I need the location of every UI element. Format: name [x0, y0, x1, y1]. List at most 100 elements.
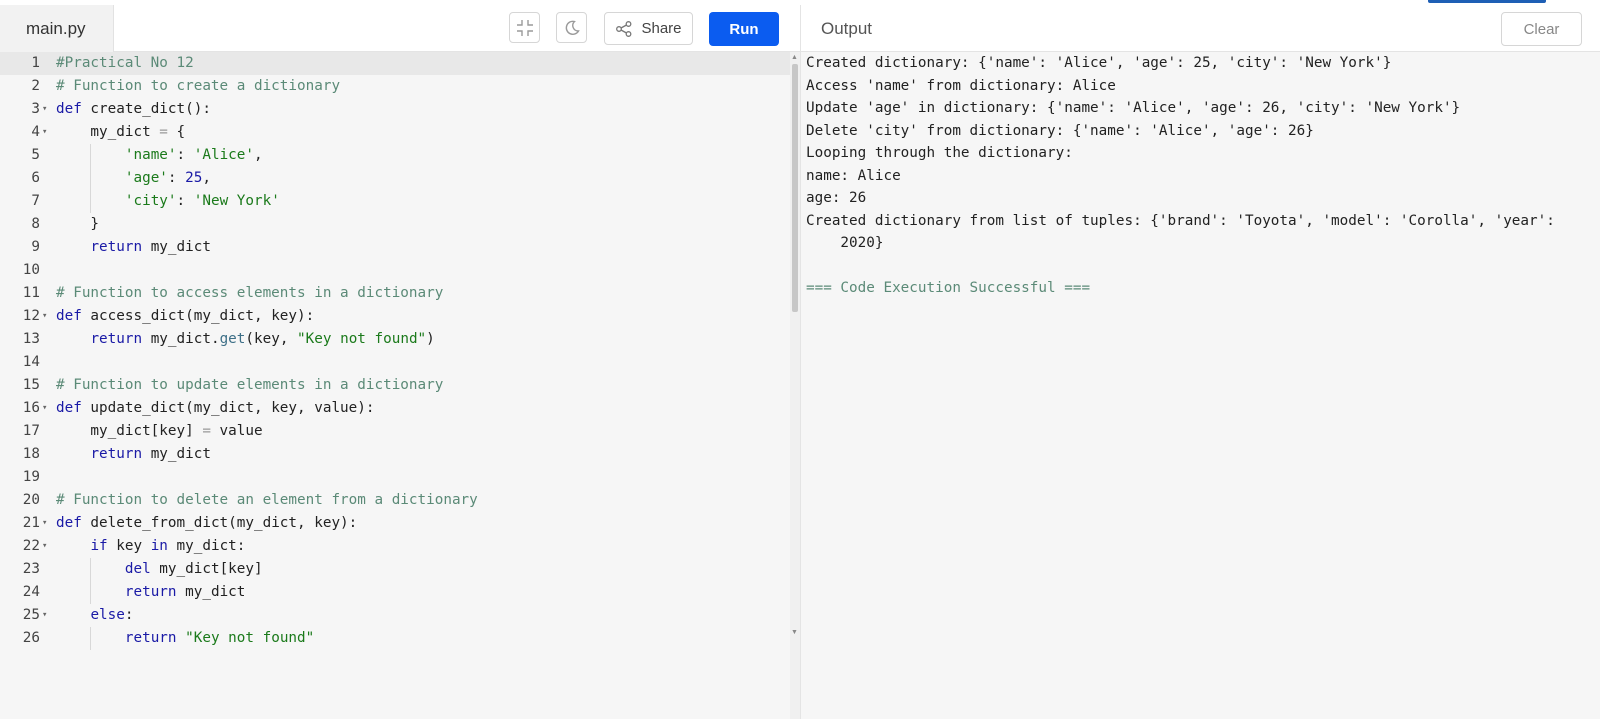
code-line: 26 return "Key not found" — [0, 627, 790, 650]
chevron-down-icon[interactable]: ▾ — [42, 397, 52, 420]
output-line: Update 'age' in dictionary: {'name': 'Al… — [806, 100, 1461, 116]
line-number: 26 — [22, 630, 40, 646]
code-token: { — [167, 124, 186, 140]
code-text: my_dict[key] = value — [56, 420, 263, 443]
code-text: return "Key not found" — [56, 627, 314, 650]
code-token: = — [159, 124, 168, 140]
code-line: 16 ▾ def update_dict(my_dict, key, value): — [0, 397, 790, 420]
code-token: my_dict — [142, 446, 211, 462]
code-text: #Practical No 12 — [56, 52, 194, 75]
code-line: 22 ▾ if key in my_dict: — [0, 535, 790, 558]
code-token: 'Alice' — [193, 147, 255, 163]
code-text: } — [56, 213, 99, 236]
execution-status: === Code Execution Successful === — [806, 280, 1091, 296]
code-token: : — [176, 193, 194, 209]
chevron-down-icon[interactable]: ▾ — [42, 535, 52, 558]
code-line: 17 my_dict[key] = value — [0, 420, 790, 443]
file-tab-main-py[interactable]: main.py — [0, 5, 114, 52]
chevron-down-icon[interactable]: ▾ — [42, 98, 52, 121]
line-number: 18 — [22, 446, 40, 462]
code-token: def — [56, 308, 82, 324]
code-token: access_dict(my_dict, key): — [81, 308, 315, 324]
line-number: 24 — [22, 584, 40, 600]
clear-label: Clear — [1523, 20, 1560, 38]
share-button[interactable]: Share — [604, 12, 693, 45]
code-token: if — [90, 538, 108, 554]
output-line: age: 26 — [806, 190, 867, 206]
code-line: 23 del my_dict[key] — [0, 558, 790, 581]
code-token: , — [202, 170, 211, 186]
run-label: Run — [729, 20, 759, 38]
code-text: my_dict = { — [56, 121, 185, 144]
code-line: 14 — [0, 351, 790, 374]
code-line: 3 ▾ def create_dict(): — [0, 98, 790, 121]
code-token: in — [150, 538, 168, 554]
code-text: return my_dict — [56, 581, 246, 604]
share-label: Share — [641, 20, 682, 37]
code-token: ) — [426, 331, 435, 347]
clear-button[interactable]: Clear — [1501, 12, 1582, 46]
code-token: create_dict(): — [81, 101, 211, 117]
code-token: return — [124, 584, 177, 600]
code-token: my_dict[key] — [56, 423, 203, 439]
run-button[interactable]: Run — [709, 12, 779, 46]
code-line: 24 return my_dict — [0, 581, 790, 604]
line-number: 21 — [22, 515, 40, 531]
editor-scrollbar-thumb[interactable] — [792, 64, 798, 312]
code-token: value — [210, 423, 263, 439]
code-text: def access_dict(my_dict, key): — [56, 305, 314, 328]
code-line: 11 # Function to access elements in a dic… — [0, 282, 790, 305]
theme-toggle-button[interactable] — [556, 12, 587, 43]
code-editor[interactable]: 1 #Practical No 12 2 # Function to create a… — [0, 52, 800, 719]
code-token: 25 — [185, 170, 203, 186]
chevron-down-icon[interactable]: ▾ — [42, 305, 52, 328]
code-token: # Function to delete an element from a d… — [56, 492, 478, 508]
code-line: 18 return my_dict — [0, 443, 790, 466]
code-token: # Function to update elements in a dicti… — [56, 377, 444, 393]
scroll-down-arrow-icon[interactable]: ▼ — [791, 629, 798, 636]
code-line: 1 #Practical No 12 — [0, 52, 790, 75]
code-token: return — [90, 239, 143, 255]
code-text: return my_dict.get(key, "Key not found") — [56, 328, 435, 351]
code-token: my_dict — [176, 584, 246, 600]
editor-scrollbar[interactable]: ▲ ▼ — [790, 52, 800, 719]
code-token: get — [219, 331, 246, 347]
output-console: Created dictionary: {'name': 'Alice', 'a… — [800, 52, 1600, 719]
code-text: def create_dict(): — [56, 98, 211, 121]
file-tab-label: main.py — [26, 18, 86, 38]
code-token: "Key not found" — [185, 630, 315, 646]
line-number: 4 — [31, 124, 40, 140]
code-token: my_dict[key] — [150, 561, 263, 577]
scroll-up-arrow-icon[interactable]: ▲ — [791, 54, 798, 61]
code-line: 9 return my_dict — [0, 236, 790, 259]
fullscreen-button[interactable] — [509, 12, 540, 43]
output-line: 2020} — [806, 235, 884, 251]
compress-icon — [516, 19, 533, 36]
line-number: 22 — [22, 538, 40, 554]
code-text: 'name': 'Alice', — [56, 144, 263, 167]
line-number: 12 — [22, 308, 40, 324]
code-token: #Practical No 12 — [56, 55, 194, 71]
output-line: Created dictionary from list of tuples: … — [806, 212, 1555, 229]
line-number: 8 — [31, 216, 40, 232]
code-line: 2 # Function to create a dictionary — [0, 75, 790, 98]
chevron-down-icon[interactable]: ▾ — [42, 604, 52, 627]
line-number: 9 — [31, 239, 40, 255]
chevron-down-icon[interactable]: ▾ — [42, 512, 52, 535]
output-toolbar: Output Clear — [800, 5, 1600, 52]
code-token: return — [90, 446, 143, 462]
code-token: 'name' — [124, 147, 177, 163]
code-text: def update_dict(my_dict, key, value): — [56, 397, 374, 420]
line-number: 16 — [22, 400, 40, 416]
chevron-down-icon[interactable]: ▾ — [42, 121, 52, 144]
code-token: "Key not found" — [297, 331, 427, 347]
output-title: Output — [821, 18, 873, 38]
code-line: 12 ▾ def access_dict(my_dict, key): — [0, 305, 790, 328]
